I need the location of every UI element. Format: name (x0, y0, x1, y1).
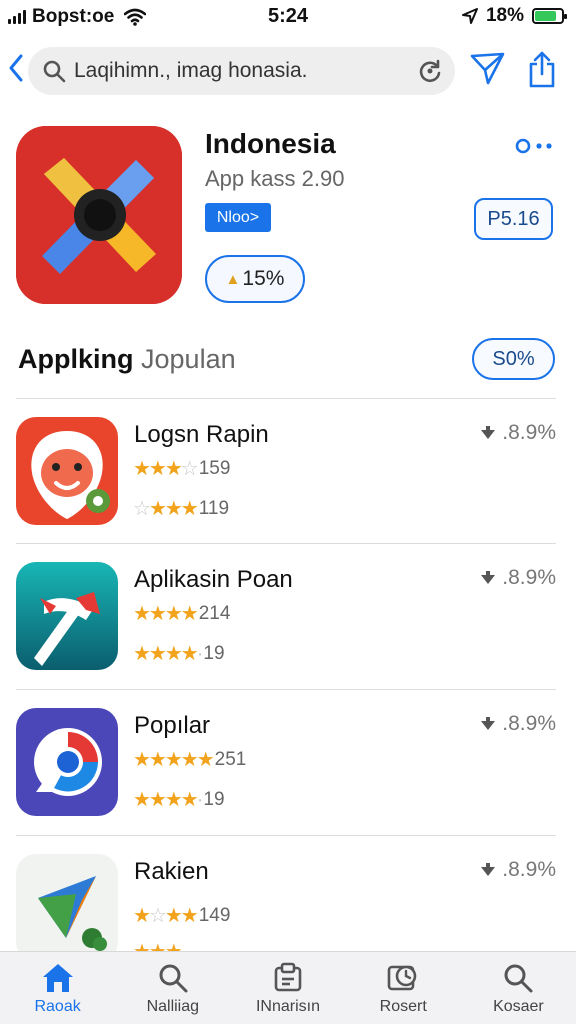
refresh-icon[interactable] (417, 58, 443, 84)
search-icon (43, 60, 66, 83)
status-right: 18% (461, 5, 567, 27)
rating-line: ☆★★★ 119 (133, 496, 229, 521)
tab-history[interactable]: Rosert (346, 952, 461, 1024)
search-input[interactable] (74, 47, 414, 95)
thumb-icon: ▲ (225, 270, 241, 288)
battery-percent: 18% (485, 5, 524, 26)
rating-count: 159 (198, 457, 231, 479)
tab-search-2[interactable]: Kosaer (461, 952, 576, 1024)
star-rating: ★★★☆ (133, 458, 199, 480)
rating-line: ★★★★ 214 (133, 601, 230, 626)
star-rating: ★★★★· (133, 643, 203, 665)
download-stat: .8.9% (480, 712, 556, 736)
rating-count: 19 (203, 788, 225, 810)
rating-line: ★★★☆ 159 (133, 456, 230, 481)
battery-icon (532, 8, 567, 24)
download-stat: .8.9% (480, 858, 556, 882)
section-title: Applking Jopulan (18, 344, 236, 375)
list-item[interactable]: Popılar .8.9% ★★★★★ 251 ★★★★· 19 (0, 690, 576, 835)
more-icon[interactable] (515, 136, 555, 156)
search-icon (159, 964, 188, 993)
app-title: Indonesia (205, 128, 336, 159)
app-icon-rakien (16, 854, 118, 962)
share-icon[interactable] (527, 50, 557, 88)
tab-label: Rosert (379, 998, 427, 1015)
search-bar[interactable] (28, 47, 455, 95)
tab-label: Kosaer (493, 998, 544, 1015)
section-title-bold: Applking (18, 344, 134, 374)
download-stat: .8.9% (480, 566, 556, 590)
rating-line: ★★★★★ 251 (133, 747, 246, 772)
app-icon-popular (16, 708, 118, 816)
app-icon-aplikasin (16, 562, 118, 670)
rating-pill[interactable]: ▲ 15% (205, 255, 305, 303)
tab-notes[interactable]: INnarisın (230, 952, 345, 1024)
tab-search[interactable]: Nalliiag (115, 952, 230, 1024)
star-rating: ★★★★· (133, 789, 203, 811)
app-name: Popılar (134, 712, 211, 739)
price-button[interactable]: P5.16 (474, 198, 553, 240)
location-icon (461, 8, 478, 24)
app-name: Aplikasin Poan (134, 566, 293, 593)
rating-line: ★★★★· 19 (133, 641, 225, 666)
download-stat: .8.9% (480, 421, 556, 445)
notes-icon (274, 962, 302, 992)
rating-line: ★☆★★ 149 (133, 903, 230, 928)
featured-app-icon[interactable] (16, 126, 182, 304)
download-value: .8.9% (502, 421, 556, 444)
rating-count: 149 (198, 904, 231, 926)
send-icon[interactable] (470, 52, 506, 86)
download-icon (481, 571, 496, 584)
back-icon[interactable] (6, 52, 30, 88)
rating-count: 119 (198, 497, 230, 519)
rating-value: 15% (242, 267, 285, 290)
history-icon (387, 965, 417, 991)
tab-label: Raoak (34, 998, 81, 1015)
list-item[interactable]: Logsn Rapin .8.9% ★★★☆ 159 ☆★★★ 119 (0, 399, 576, 544)
rating-line: ★★★★· 19 (133, 787, 225, 812)
download-icon (481, 863, 496, 876)
download-value: .8.9% (502, 858, 556, 881)
tab-home[interactable]: Raoak (0, 952, 115, 1024)
app-subtitle: App kass 2.90 (205, 166, 345, 191)
section-title-light: Jopulan (141, 344, 236, 374)
search-icon (504, 964, 533, 993)
download-icon (481, 426, 496, 439)
star-rating: ★★★★ (133, 603, 199, 625)
download-value: .8.9% (502, 712, 556, 735)
tab-label: Nalliiag (146, 998, 200, 1015)
small-action-button[interactable]: Nloo> (205, 203, 271, 232)
app-icon-logsn (16, 417, 118, 525)
app-name: Logsn Rapin (134, 421, 269, 448)
list-item[interactable]: Aplikasin Poan .8.9% ★★★★ 214 ★★★★· 19 (0, 544, 576, 689)
home-icon (42, 964, 73, 992)
section-pill-button[interactable]: S0% (472, 338, 555, 380)
tab-label: INnarisın (255, 998, 321, 1015)
tab-bar: Raoak Nalliiag INnarisın Rosert Kosaer (0, 951, 576, 1024)
download-value: .8.9% (502, 566, 556, 589)
rating-count: 19 (203, 642, 225, 664)
rating-count: 214 (198, 602, 231, 624)
status-bar: Bopst:oe 5:24 18% (0, 0, 576, 34)
star-rating: ☆★★★ (133, 498, 199, 520)
star-rating: ★★★★★ (133, 749, 215, 771)
app-name: Rakien (134, 858, 209, 885)
rating-count: 251 (214, 748, 247, 770)
star-rating: ★☆★★ (133, 905, 199, 927)
download-icon (481, 717, 496, 730)
